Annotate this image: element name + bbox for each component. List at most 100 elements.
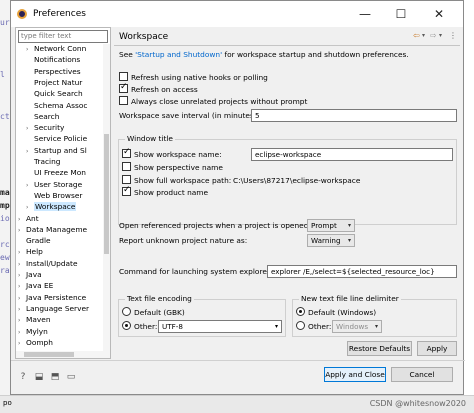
close-unrelated-label: Always close unrelated projects without … <box>131 97 308 106</box>
tree-item[interactable]: › Java Persistence <box>18 292 86 303</box>
tree-item[interactable]: Service Policie <box>26 133 87 144</box>
tree-item[interactable]: › User Storage <box>26 179 82 190</box>
back-icon[interactable]: ⇦ <box>413 31 420 40</box>
help-icon[interactable]: ? <box>17 371 29 383</box>
tree-item[interactable]: › Network Conn <box>26 43 86 54</box>
export-icon[interactable]: ⬒ <box>49 371 61 383</box>
close-unrelated-option[interactable]: Always close unrelated projects without … <box>119 96 307 107</box>
show-full-path-label: Show full workspace path: <box>134 176 232 185</box>
close-unrelated-checkbox[interactable] <box>119 96 128 105</box>
show-full-path-option[interactable]: Show full workspace path: <box>122 175 231 186</box>
tree-item[interactable]: › Ant <box>18 213 39 224</box>
title-bar: Preferences — ☐ ✕ <box>11 1 463 27</box>
ide-tab-label: po <box>3 399 12 407</box>
tree-item-label: UI Freeze Mon <box>34 168 86 178</box>
tree-item[interactable]: › Install/Update <box>18 258 78 269</box>
cancel-button[interactable]: Cancel <box>391 367 453 382</box>
delimiter-other-radio[interactable] <box>296 321 305 330</box>
intro-prefix: See <box>119 50 136 59</box>
open-file-icon[interactable]: ▭ <box>65 371 77 383</box>
show-product-option[interactable]: Show product name <box>122 185 208 198</box>
tree-item[interactable]: › Help <box>18 246 43 257</box>
tree-vertical-scrollbar[interactable] <box>103 44 110 358</box>
encoding-default-radio[interactable] <box>122 307 131 316</box>
close-button[interactable]: ✕ <box>427 4 451 24</box>
chevron-right-icon[interactable]: › <box>18 338 26 349</box>
forward-menu-icon[interactable]: ▾ <box>439 32 442 39</box>
refresh-native-option[interactable]: Refresh using native hooks or polling <box>119 72 268 83</box>
tree-item[interactable]: Schema Assoc <box>26 100 87 111</box>
tree-item[interactable]: UI Freeze Mon <box>26 167 86 178</box>
tree-item-label: Java Persistence <box>26 292 87 302</box>
show-workspace-name-option[interactable]: Show workspace name: <box>122 147 222 160</box>
delimiter-other-label: Other: <box>308 322 332 331</box>
window-title: Preferences <box>33 9 86 19</box>
show-workspace-name-checkbox[interactable] <box>122 147 131 158</box>
open-referenced-select[interactable]: Prompt ▾ <box>307 219 355 232</box>
tree-horizontal-scrollbar[interactable] <box>16 351 105 358</box>
startup-shutdown-link[interactable]: 'Startup and Shutdown' <box>135 50 222 59</box>
filter-input[interactable]: type filter text <box>18 30 108 43</box>
encoding-select[interactable]: UTF-8 ▾ <box>158 320 282 333</box>
restore-defaults-button[interactable]: Restore Defaults <box>347 341 412 356</box>
tree-item-label: Ant <box>26 213 39 223</box>
scrollbar-thumb[interactable] <box>104 134 109 254</box>
tree-item[interactable]: Search <box>26 111 59 122</box>
scrollbar-thumb[interactable] <box>24 352 74 357</box>
tree-item-label: Project Natur <box>34 77 83 87</box>
tree-item[interactable]: Project Natur <box>26 77 82 88</box>
back-menu-icon[interactable]: ▾ <box>422 32 425 39</box>
save-interval-input[interactable]: 5 <box>251 109 457 122</box>
explorer-command-input[interactable]: explorer /E,/select=${selected_resource_… <box>267 265 457 278</box>
delimiter-other-option[interactable]: Other: <box>296 321 331 332</box>
view-menu-icon[interactable]: ⋮ <box>449 31 457 40</box>
show-perspective-label: Show perspective name <box>134 163 223 172</box>
line-delimiter-group-label: New text file line delimiter <box>299 294 401 303</box>
tree-item[interactable]: Tracing <box>26 156 61 167</box>
refresh-access-option[interactable]: Refresh on access <box>119 82 198 95</box>
encoding-other-option[interactable]: Other: <box>122 321 157 332</box>
save-interval-label: Workspace save interval (in minutes): <box>119 111 260 120</box>
tree-item[interactable]: Gradle <box>18 235 51 246</box>
tree-item-label: Service Policie <box>34 134 88 144</box>
tree-item[interactable]: Quick Search <box>26 88 83 99</box>
tree-item[interactable]: › Workspace <box>26 201 77 212</box>
maximize-button[interactable]: ☐ <box>389 4 413 24</box>
tree-item[interactable]: › Java <box>18 269 42 280</box>
encoding-default-option[interactable]: Default (GBK) <box>122 307 185 318</box>
show-workspace-name-label: Show workspace name: <box>134 150 222 159</box>
tree-item[interactable]: › Mylyn <box>18 326 48 337</box>
tree-item[interactable]: › Java EE <box>18 280 53 291</box>
tree-item[interactable]: › Maven <box>18 314 51 325</box>
delimiter-default-radio[interactable] <box>296 307 305 316</box>
tree-item[interactable]: › Security <box>26 122 64 133</box>
refresh-access-checkbox[interactable] <box>119 82 128 93</box>
tree-item[interactable]: Notifications <box>26 54 80 65</box>
unknown-nature-select[interactable]: Warning ▾ <box>307 234 355 247</box>
show-perspective-checkbox[interactable] <box>122 162 131 171</box>
show-full-path-checkbox[interactable] <box>122 175 131 184</box>
tree-item-label: Web Browser <box>34 190 83 200</box>
apply-button[interactable]: Apply <box>417 341 457 356</box>
delimiter-select[interactable]: Windows ▾ <box>332 320 382 333</box>
encoding-other-radio[interactable] <box>122 321 131 330</box>
minimize-button[interactable]: — <box>353 4 377 24</box>
page-title: Workspace <box>119 32 169 42</box>
refresh-native-checkbox[interactable] <box>119 72 128 81</box>
forward-icon[interactable]: ⇨ <box>430 31 437 40</box>
show-perspective-option[interactable]: Show perspective name <box>122 162 223 173</box>
tree-item[interactable]: › Oomph <box>18 337 53 348</box>
delimiter-default-option[interactable]: Default (Windows) <box>296 307 376 318</box>
tree-item-label: Network Conn <box>34 44 87 53</box>
tree-item[interactable]: › Language Server <box>18 303 89 314</box>
show-product-checkbox[interactable] <box>122 185 131 196</box>
tree-item[interactable]: Perspectives <box>26 66 81 77</box>
tree-item[interactable]: › Startup and Sl <box>26 145 87 156</box>
chevron-down-icon: ▾ <box>347 237 351 244</box>
encoding-default-label: Default (GBK) <box>134 308 185 317</box>
workspace-name-input[interactable]: eclipse-workspace <box>251 148 453 161</box>
import-icon[interactable]: ⬓ <box>33 371 45 383</box>
tree-item[interactable]: › Data Manageme <box>18 224 87 235</box>
tree-item[interactable]: Web Browser <box>26 190 82 201</box>
apply-and-close-button[interactable]: Apply and Close <box>324 367 386 382</box>
